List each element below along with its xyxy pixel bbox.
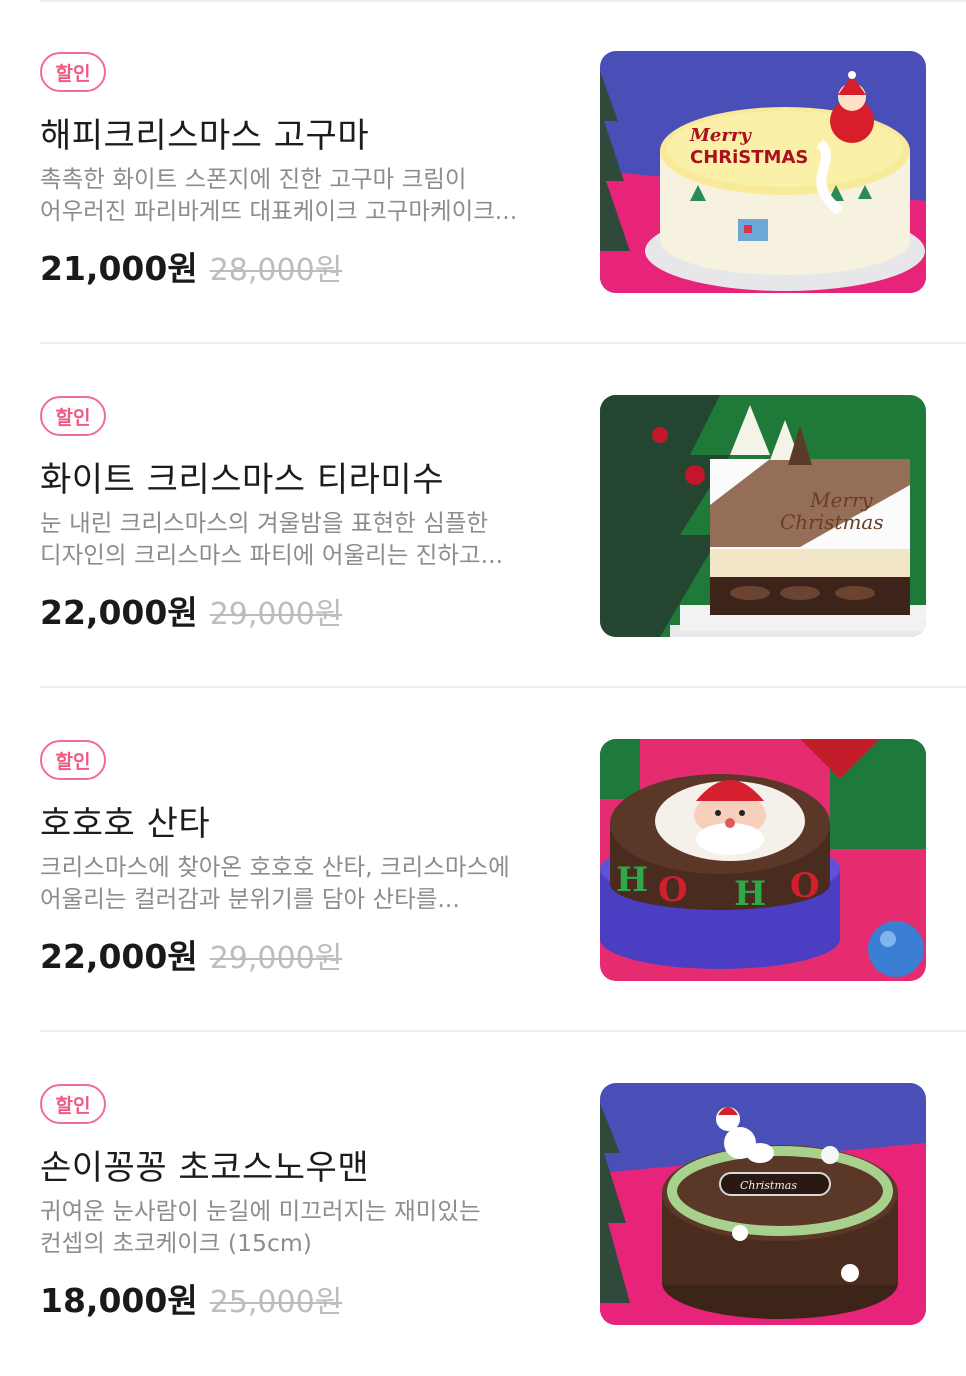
product-image[interactable]: Merry CHRiSTMAS bbox=[600, 51, 926, 293]
description-line: 귀여운 눈사람이 눈길에 미끄러지는 재미있는 bbox=[40, 1197, 481, 1225]
original-price: 25,000원 bbox=[209, 1285, 343, 1320]
original-price: 28,000원 bbox=[209, 253, 343, 288]
product-item-snowman[interactable]: 할인 손이꽁꽁 초코스노우맨 귀여운 눈사람이 눈길에 미끄러지는 재미있는 컨… bbox=[0, 1032, 966, 1376]
discount-badge: 할인 bbox=[40, 52, 106, 92]
original-price: 29,000원 bbox=[209, 941, 343, 976]
svg-text:CHRiSTMAS: CHRiSTMAS bbox=[690, 147, 808, 168]
svg-text:Christmas: Christmas bbox=[740, 1179, 797, 1192]
description-line: 디자인의 크리스마스 파티에 어울리는 진하고... bbox=[40, 541, 504, 569]
product-name[interactable]: 호호호 산타 bbox=[40, 796, 210, 845]
product-item-santa[interactable]: 할인 호호호 산타 크리스마스에 찾아온 호호호 산타, 크리스마스에 어울리는… bbox=[0, 688, 966, 1032]
svg-text:H: H bbox=[616, 860, 648, 900]
price-row: 22,000원 29,000원 bbox=[40, 586, 342, 634]
sale-price: 22,000원 bbox=[40, 593, 198, 632]
svg-text:Merry: Merry bbox=[809, 488, 873, 512]
product-description: 눈 내린 크리스마스의 겨울밤을 표현한 심플한 디자인의 크리스마스 파티에 … bbox=[40, 507, 565, 571]
svg-text:Merry: Merry bbox=[689, 125, 752, 146]
sale-price: 21,000원 bbox=[40, 249, 198, 288]
price-row: 18,000원 25,000원 bbox=[40, 1274, 342, 1322]
discount-badge: 할인 bbox=[40, 1084, 106, 1124]
product-description: 귀여운 눈사람이 눈길에 미끄러지는 재미있는 컨셉의 초코케이크 (15cm) bbox=[40, 1195, 565, 1259]
price-row: 21,000원 28,000원 bbox=[40, 242, 342, 290]
svg-text:Christmas: Christmas bbox=[780, 510, 884, 534]
svg-text:O: O bbox=[790, 866, 820, 906]
price-row: 22,000원 29,000원 bbox=[40, 930, 342, 978]
product-item-sweet-potato[interactable]: 할인 해피크리스마스 고구마 촉촉한 화이트 스폰지에 진한 고구마 크림이 어… bbox=[0, 0, 966, 344]
product-item-tiramisu[interactable]: 할인 화이트 크리스마스 티라미수 눈 내린 크리스마스의 겨울밤을 표현한 심… bbox=[0, 344, 966, 688]
product-name[interactable]: 화이트 크리스마스 티라미수 bbox=[40, 452, 444, 501]
product-image[interactable]: Christmas bbox=[600, 1083, 926, 1325]
description-line: 어우러진 파리바게뜨 대표케이크 고구마케이크... bbox=[40, 197, 518, 225]
product-description: 크리스마스에 찾아온 호호호 산타, 크리스마스에 어울리는 컬러감과 분위기를… bbox=[40, 851, 565, 915]
discount-badge: 할인 bbox=[40, 396, 106, 436]
description-line: 눈 내린 크리스마스의 겨울밤을 표현한 심플한 bbox=[40, 509, 489, 537]
sale-price: 18,000원 bbox=[40, 1281, 198, 1320]
product-image[interactable]: H O H O bbox=[600, 739, 926, 981]
product-description: 촉촉한 화이트 스폰지에 진한 고구마 크림이 어우러진 파리바게뜨 대표케이크… bbox=[40, 163, 565, 227]
product-name[interactable]: 해피크리스마스 고구마 bbox=[40, 108, 369, 157]
sale-price: 22,000원 bbox=[40, 937, 198, 976]
original-price: 29,000원 bbox=[209, 597, 343, 632]
product-name[interactable]: 손이꽁꽁 초코스노우맨 bbox=[40, 1140, 369, 1189]
svg-text:O: O bbox=[658, 870, 688, 910]
description-line: 컨셉의 초코케이크 (15cm) bbox=[40, 1229, 312, 1257]
description-line: 촉촉한 화이트 스폰지에 진한 고구마 크림이 bbox=[40, 165, 467, 193]
description-line: 크리스마스에 찾아온 호호호 산타, 크리스마스에 bbox=[40, 853, 510, 881]
svg-text:H: H bbox=[734, 874, 766, 914]
description-line: 어울리는 컬러감과 분위기를 담아 산타를... bbox=[40, 885, 460, 913]
product-image[interactable]: Merry Christmas bbox=[600, 395, 926, 637]
discount-badge: 할인 bbox=[40, 740, 106, 780]
